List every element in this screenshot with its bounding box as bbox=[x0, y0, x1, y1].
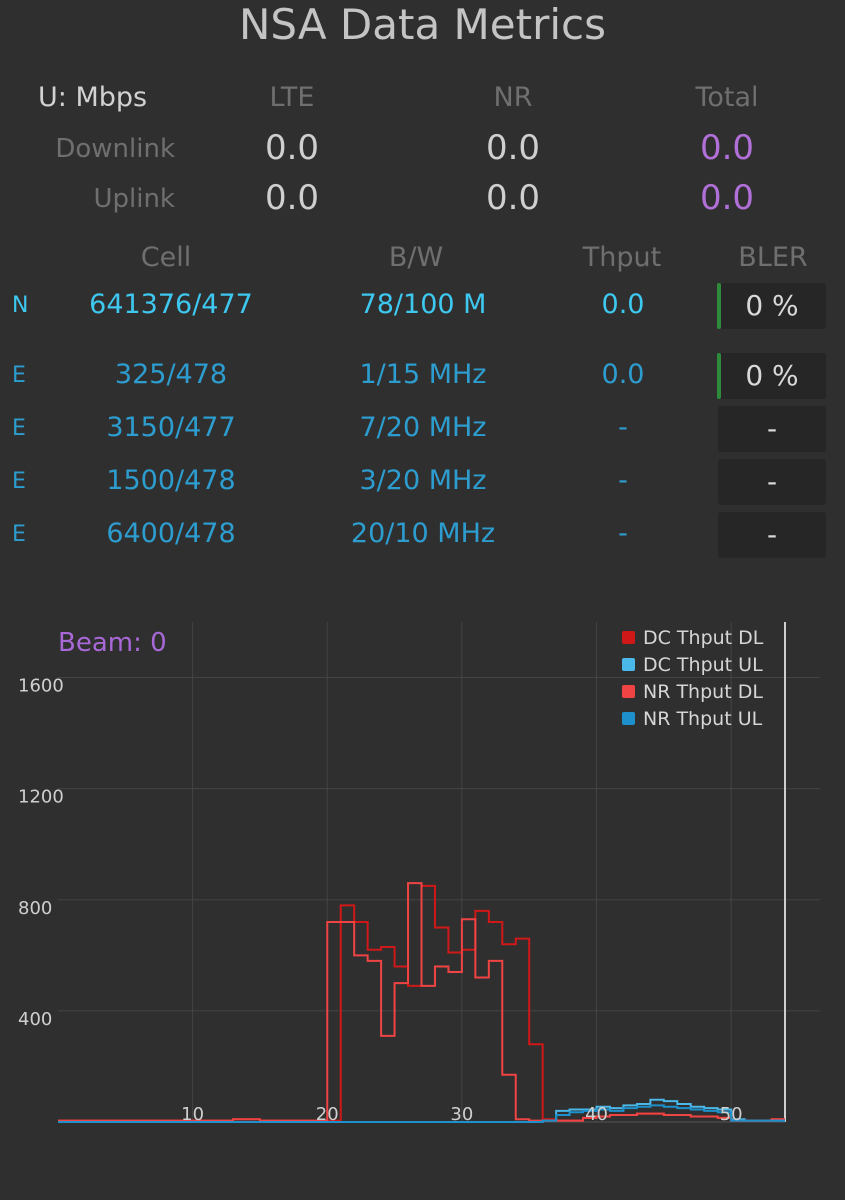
cell-type-label: N bbox=[12, 293, 29, 318]
bler-value: - bbox=[718, 512, 826, 558]
col-header-cell: Cell bbox=[140, 242, 192, 273]
uplink-nr-value: 0.0 bbox=[485, 178, 541, 218]
legend-entry: DC Thput UL bbox=[643, 654, 763, 676]
legend-swatch bbox=[622, 685, 635, 698]
cell-id: 1500/478 bbox=[106, 465, 236, 496]
cell-id: 6400/478 bbox=[106, 518, 236, 549]
y-tick-label: 1200 bbox=[18, 787, 64, 808]
x-tick-label: 30 bbox=[450, 1104, 473, 1125]
bler-value: - bbox=[718, 459, 826, 505]
bler-value: 0 % bbox=[718, 283, 826, 329]
cell-thput: - bbox=[618, 412, 628, 443]
col-header-bler: BLER bbox=[738, 242, 808, 273]
cell-bandwidth: 3/20 MHz bbox=[359, 465, 487, 496]
cell-bandwidth: 7/20 MHz bbox=[359, 412, 487, 443]
col-header-total: Total bbox=[695, 82, 759, 113]
bler-indicator bbox=[717, 283, 721, 329]
y-tick-label: 400 bbox=[18, 1009, 52, 1030]
throughput-chart: 400 800 1200 1600 10 20 30 40 50 DC Thput DL DC Th… bbox=[18, 622, 820, 1125]
downlink-lte-value: 0.0 bbox=[264, 128, 320, 168]
x-tick-label: 40 bbox=[585, 1104, 608, 1125]
cell-type-label: E bbox=[12, 469, 26, 494]
legend-swatch bbox=[622, 658, 635, 671]
uplink-total-value: 0.0 bbox=[699, 178, 755, 218]
cell-thput: 0.0 bbox=[601, 289, 645, 320]
x-tick-label: 20 bbox=[316, 1104, 339, 1125]
bler-indicator bbox=[717, 353, 721, 399]
cell-bandwidth: 20/10 MHz bbox=[350, 518, 496, 549]
x-tick-label: 50 bbox=[720, 1104, 743, 1125]
unit-label: U: Mbps bbox=[38, 82, 148, 113]
legend-swatch bbox=[622, 631, 635, 644]
bler-value: 0 % bbox=[718, 353, 826, 399]
cell-thput: - bbox=[618, 465, 628, 496]
row-label-uplink: Uplink bbox=[93, 184, 175, 214]
series-line-nr-thput-dl bbox=[58, 882, 785, 1122]
y-tick-label: 800 bbox=[18, 898, 52, 919]
cell-thput: - bbox=[618, 518, 628, 549]
cell-type-label: E bbox=[12, 363, 26, 388]
col-header-lte: LTE bbox=[269, 82, 315, 113]
downlink-total-value: 0.0 bbox=[699, 128, 755, 168]
cell-bandwidth: 78/100 M bbox=[359, 289, 487, 320]
downlink-nr-value: 0.0 bbox=[485, 128, 541, 168]
col-header-bw: B/W bbox=[388, 242, 444, 273]
legend-entry: DC Thput DL bbox=[643, 627, 764, 649]
x-tick-label: 10 bbox=[181, 1104, 204, 1125]
cell-type-label: E bbox=[12, 522, 26, 547]
legend-entry: NR Thput DL bbox=[643, 681, 763, 703]
cell-id: 325/478 bbox=[114, 359, 228, 390]
cell-bandwidth: 1/15 MHz bbox=[359, 359, 487, 390]
cell-thput: 0.0 bbox=[601, 359, 645, 390]
legend-entry: NR Thput UL bbox=[643, 708, 763, 730]
uplink-lte-value: 0.0 bbox=[264, 178, 320, 218]
row-label-downlink: Downlink bbox=[55, 134, 175, 164]
col-header-thput: Thput bbox=[582, 242, 662, 273]
legend-swatch bbox=[622, 712, 635, 725]
y-tick-label: 1600 bbox=[18, 676, 64, 697]
cell-type-label: E bbox=[12, 416, 26, 441]
col-header-nr: NR bbox=[493, 82, 533, 113]
series-line-nr-thput-ul bbox=[58, 1104, 785, 1123]
series-line-dc-thput-ul bbox=[58, 1098, 785, 1123]
bler-value: - bbox=[718, 406, 826, 452]
cell-id: 641376/477 bbox=[89, 289, 253, 320]
page-title: NSA Data Metrics bbox=[238, 0, 607, 49]
cell-id: 3150/477 bbox=[106, 412, 236, 443]
